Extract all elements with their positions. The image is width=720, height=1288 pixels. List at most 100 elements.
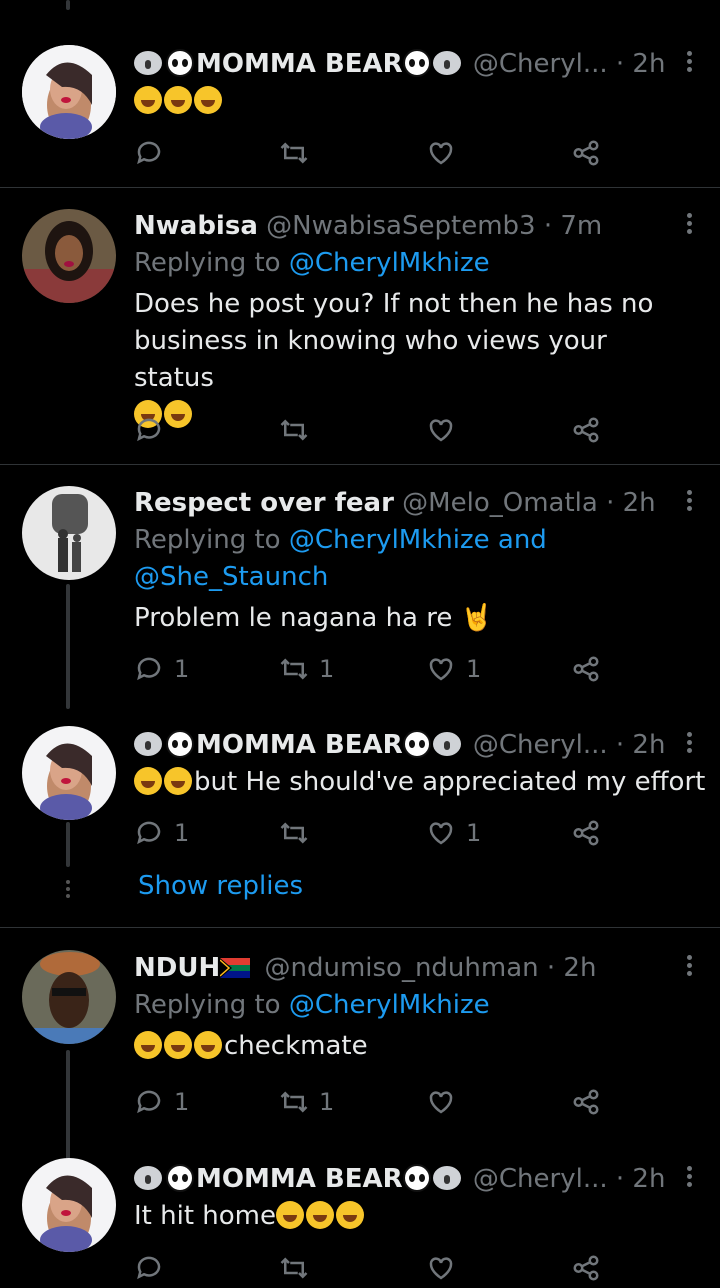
tweet-text — [134, 83, 680, 120]
tweet-text: checkmate — [134, 1028, 680, 1065]
handle[interactable]: @Melo_Omatla — [402, 488, 598, 518]
timestamp[interactable]: · 2h — [616, 1164, 666, 1194]
share-button[interactable] — [571, 1082, 601, 1122]
reply-icon — [137, 821, 161, 845]
avatar[interactable] — [22, 209, 116, 303]
more-icon[interactable] — [684, 952, 694, 979]
handle[interactable]: @ndumiso_nduhman — [264, 953, 538, 983]
like-button[interactable] — [426, 133, 466, 173]
tweet-header: MOMMA BEAR @Cheryl... · 2h — [134, 45, 680, 83]
reply-button[interactable] — [134, 1248, 164, 1288]
display-name[interactable]: MOMMA BEAR — [196, 730, 403, 760]
handle[interactable]: @Cheryl... — [473, 1164, 608, 1194]
rofl-emoji-icon — [276, 1201, 304, 1229]
rofl-emoji-icon — [134, 86, 162, 114]
like-button[interactable]: 1 — [426, 649, 481, 689]
like-button[interactable] — [426, 1082, 456, 1122]
reply-icon — [137, 1090, 161, 1114]
reply-button[interactable]: 1 — [134, 649, 189, 689]
like-button[interactable] — [426, 1248, 456, 1288]
retweet-icon — [280, 142, 308, 164]
retweet-button[interactable]: 1 — [279, 1082, 334, 1122]
share-icon — [573, 656, 599, 682]
more-icon[interactable] — [684, 1163, 694, 1190]
replying-to-label: Replying to — [134, 990, 281, 1020]
koala-icon — [432, 1166, 461, 1190]
tweet[interactable]: MOMMA BEAR @Cheryl... · 2h It hit home — [0, 1158, 720, 1281]
tears-of-joy-emoji-icon — [194, 1031, 222, 1059]
avatar[interactable] — [22, 1158, 116, 1252]
reply-count: 1 — [174, 655, 190, 683]
retweet-button[interactable] — [279, 813, 309, 853]
share-icon — [573, 1255, 599, 1281]
tweet[interactable]: MOMMA BEAR @Cheryl... · 2h — [0, 0, 720, 188]
timestamp[interactable]: · 2h — [547, 953, 597, 983]
retweet-count: 1 — [319, 1088, 335, 1116]
retweet-button[interactable] — [279, 410, 309, 450]
reply-icon — [137, 418, 161, 442]
tweet-header: MOMMA BEAR @Cheryl... · 2h — [134, 1160, 680, 1198]
display-name[interactable]: Respect over fear — [134, 488, 394, 518]
retweet-button[interactable] — [279, 133, 319, 173]
like-icon — [429, 822, 453, 845]
mention-link[interactable]: @CherylMkhize — [289, 248, 490, 278]
reply-button[interactable]: 1 — [134, 813, 189, 853]
rofl-emoji-icon — [164, 767, 192, 795]
like-button[interactable]: 1 — [426, 813, 481, 853]
replying-to: Replying to @CherylMkhize — [134, 245, 680, 282]
avatar[interactable] — [22, 45, 116, 139]
avatar[interactable] — [22, 950, 116, 1044]
retweet-button[interactable]: 1 — [279, 649, 334, 689]
avatar[interactable] — [22, 726, 116, 820]
display-name[interactable]: MOMMA BEAR — [196, 49, 403, 79]
retweet-icon — [280, 658, 308, 680]
koala-icon — [432, 732, 461, 756]
rofl-emoji-icon — [134, 767, 162, 795]
retweet-button[interactable] — [279, 1248, 309, 1288]
timestamp[interactable]: · 2h — [616, 49, 666, 79]
tweet[interactable]: Respect over fear @Melo_Omatla · 2h Repl… — [0, 465, 720, 705]
display-name[interactable]: MOMMA BEAR — [196, 1164, 403, 1194]
timestamp[interactable]: · 2h — [616, 730, 666, 760]
share-button[interactable] — [571, 410, 601, 450]
share-button[interactable] — [571, 1248, 601, 1288]
tweet-actions — [134, 133, 614, 173]
panda-icon — [166, 1164, 194, 1192]
tweet-actions: 1 1 1 — [134, 649, 614, 689]
more-icon[interactable] — [684, 487, 694, 514]
reply-icon — [137, 657, 161, 681]
like-count: 1 — [466, 819, 482, 847]
reply-button[interactable]: 1 — [134, 1082, 189, 1122]
tweet[interactable]: NDUH @ndumiso_nduhman · 2h Replying to @… — [0, 928, 720, 1160]
display-name[interactable]: Nwabisa — [134, 211, 258, 241]
show-replies-link[interactable]: Show replies — [138, 871, 303, 901]
handle[interactable]: @NwabisaSeptemb3 — [266, 211, 535, 241]
more-icon[interactable] — [684, 48, 694, 75]
tweet[interactable]: MOMMA BEAR @Cheryl... · 2h but He should… — [0, 705, 720, 927]
mention-link[interactable]: @CherylMkhize — [289, 990, 490, 1020]
avatar[interactable] — [22, 486, 116, 580]
koala-icon — [134, 1166, 162, 1190]
display-name[interactable]: NDUH — [134, 953, 220, 983]
rofl-emoji-icon — [306, 1201, 334, 1229]
like-icon — [429, 1257, 453, 1280]
like-button[interactable] — [426, 410, 456, 450]
timestamp[interactable]: · 2h — [606, 488, 656, 518]
reply-button[interactable] — [134, 410, 164, 450]
share-button[interactable] — [571, 813, 601, 853]
share-button[interactable] — [571, 649, 601, 689]
like-count: 1 — [466, 655, 482, 683]
reply-button[interactable] — [134, 133, 174, 173]
tweet[interactable]: Nwabisa @NwabisaSeptemb3 · 7m Replying t… — [0, 188, 720, 465]
share-button[interactable] — [571, 133, 601, 173]
tweet-header: NDUH @ndumiso_nduhman · 2h — [134, 949, 680, 987]
tweet-text: but He should've appreciated my effort — [134, 764, 705, 801]
more-icon[interactable] — [684, 210, 694, 237]
timestamp[interactable]: · 7m — [544, 211, 602, 241]
tweet-text: Does he post you? If not then he has no … — [134, 289, 654, 393]
handle[interactable]: @Cheryl... — [473, 730, 608, 760]
handle[interactable]: @Cheryl... — [473, 49, 608, 79]
replying-to: Replying to @CherylMkhize and @She_Staun… — [134, 522, 554, 596]
tweet-actions: 1 1 — [134, 1082, 614, 1122]
more-icon[interactable] — [684, 729, 694, 756]
